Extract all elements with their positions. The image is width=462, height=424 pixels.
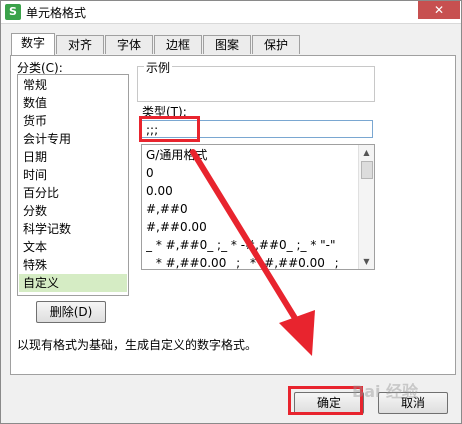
format-item[interactable]: 0	[146, 164, 354, 182]
format-item[interactable]: 0.00	[146, 182, 354, 200]
category-item-special[interactable]: 特殊	[19, 256, 127, 274]
type-input[interactable]: ;;;	[141, 120, 373, 138]
format-item[interactable]: G/通用格式	[146, 146, 354, 164]
category-item-date[interactable]: 日期	[19, 148, 127, 166]
title-bar: S 单元格格式 ✕	[1, 1, 461, 24]
scroll-up-icon[interactable]: ▲	[359, 145, 374, 160]
scroll-down-icon[interactable]: ▼	[359, 254, 374, 269]
category-item-currency[interactable]: 货币	[19, 112, 127, 130]
category-item-general[interactable]: 常规	[19, 76, 127, 94]
category-item-fraction[interactable]: 分数	[19, 202, 127, 220]
category-item-scientific[interactable]: 科学记数	[19, 220, 127, 238]
format-item[interactable]: _ * #,##0.00_ ;_ * -#,##0.00_ ;_	[146, 254, 354, 269]
format-item[interactable]: #,##0.00	[146, 218, 354, 236]
watermark: Bai 经验	[352, 382, 419, 401]
category-item-accounting[interactable]: 会计专用	[19, 130, 127, 148]
scroll-thumb[interactable]	[361, 161, 373, 179]
format-code-list[interactable]: G/通用格式 0 0.00 #,##0 #,##0.00 _ * #,##0_ …	[141, 144, 375, 270]
tab-number[interactable]: 数字	[11, 33, 55, 55]
category-list[interactable]: 常规 数值 货币 会计专用 日期 时间 百分比 分数 科学记数 文本 特殊 自定…	[17, 74, 129, 296]
tab-protection[interactable]: 保护	[252, 35, 300, 54]
tab-pattern[interactable]: 图案	[203, 35, 251, 54]
delete-button[interactable]: 删除(D)	[36, 301, 106, 323]
format-item[interactable]: #,##0	[146, 200, 354, 218]
type-label: 类型(T):	[142, 105, 187, 119]
close-icon: ✕	[433, 3, 445, 17]
hint-text: 以现有格式为基础，生成自定义的数字格式。	[17, 338, 258, 352]
category-item-percentage[interactable]: 百分比	[19, 184, 127, 202]
sample-label: 示例	[144, 59, 173, 76]
category-item-text[interactable]: 文本	[19, 238, 127, 256]
format-cells-dialog: S 单元格格式 ✕ 数字 对齐 字体 边框 图案 保护 分类(C): 常规 数值…	[0, 0, 462, 424]
category-item-time[interactable]: 时间	[19, 166, 127, 184]
dialog-title: 单元格格式	[26, 6, 87, 20]
tab-border[interactable]: 边框	[154, 35, 202, 54]
sample-group	[137, 66, 375, 102]
close-button[interactable]: ✕	[418, 1, 460, 19]
category-item-custom[interactable]: 自定义	[19, 274, 127, 292]
category-item-number[interactable]: 数值	[19, 94, 127, 112]
tab-font[interactable]: 字体	[105, 35, 153, 54]
format-item[interactable]: _ * #,##0_ ;_ * -#,##0_ ;_ * "-"	[146, 236, 354, 254]
wps-spreadsheet-icon: S	[5, 4, 21, 20]
tab-alignment[interactable]: 对齐	[56, 35, 104, 54]
format-list-scrollbar[interactable]: ▲ ▼	[358, 145, 374, 269]
